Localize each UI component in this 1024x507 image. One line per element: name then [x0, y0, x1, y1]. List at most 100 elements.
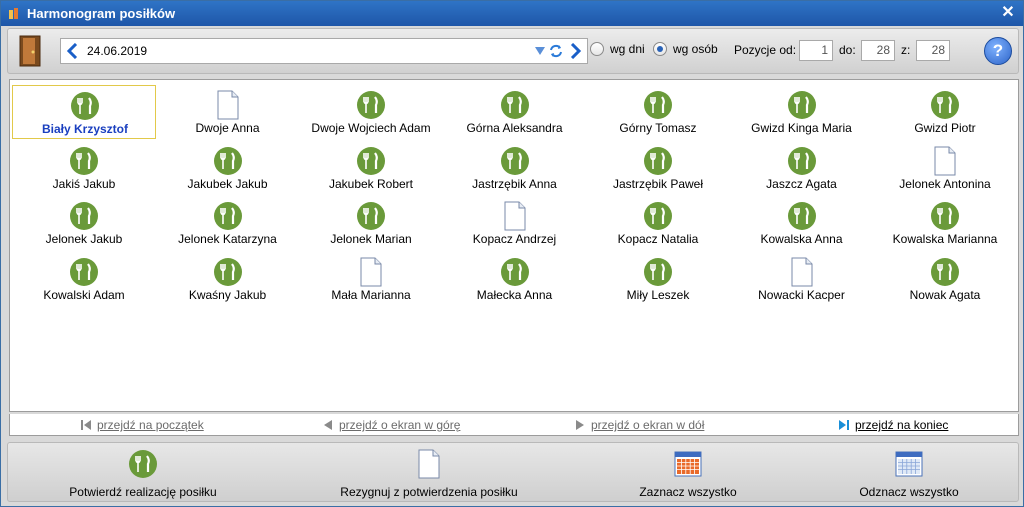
page-up-label: przejdź o ekran w górę	[339, 418, 461, 432]
go-to-first-label: przejdź na początek	[97, 418, 204, 432]
page-up-link[interactable]: przejdź o ekran w górę	[322, 418, 460, 432]
meal-icon	[644, 146, 672, 175]
person-item[interactable]: Kwaśny Jakub	[156, 252, 300, 306]
document-icon	[791, 257, 812, 287]
positions-from-field[interactable]: 1	[799, 40, 833, 61]
person-item[interactable]: Mała Marianna	[299, 252, 443, 306]
person-item[interactable]: Górny Tomasz	[586, 85, 730, 139]
deselect-all-button[interactable]: Odznacz wszystko	[844, 447, 974, 499]
meal-icon	[500, 91, 529, 119]
person-name: Kwaśny Jakub	[188, 288, 267, 303]
document-icon	[217, 90, 238, 120]
person-name: Jelonek Antonina	[899, 176, 991, 191]
go-to-last-link[interactable]: przejdź na koniec	[838, 418, 948, 432]
person-name: Miły Leszek	[626, 288, 690, 303]
person-item[interactable]: Kopacz Natalia	[586, 196, 730, 250]
person-item[interactable]: Górna Aleksandra	[443, 85, 587, 139]
refresh-icon[interactable]	[547, 39, 565, 63]
last-page-icon	[839, 420, 849, 430]
person-item[interactable]: Jelonek Katarzyna	[156, 196, 300, 250]
confirm-meal-button[interactable]: Potwierdź realizację posiłku	[48, 447, 238, 499]
meal-icon	[931, 202, 959, 231]
navigation-bar: przejdź na początek przejdź o ekran w gó…	[9, 414, 1019, 436]
person-item[interactable]: Jakubek Jakub	[156, 141, 300, 195]
go-to-first-link[interactable]: przejdź na początek	[80, 418, 204, 432]
radio-by-people[interactable]: wg osób	[653, 42, 718, 56]
close-icon[interactable]: ✕	[999, 4, 1017, 22]
app-icon	[7, 7, 21, 21]
person-item[interactable]: Jakiś Jakub	[12, 141, 156, 195]
person-item[interactable]: Kopacz Andrzej	[443, 196, 587, 250]
page-down-link[interactable]: przejdź o ekran w dół	[574, 418, 704, 432]
person-name: Jastrzębik Anna	[472, 176, 557, 191]
date-selector: 24.06.2019	[60, 38, 588, 64]
person-name: Kopacz Andrzej	[472, 232, 557, 247]
person-item[interactable]: Jelonek Marian	[299, 196, 443, 250]
radio-by-days-label: wg dni	[610, 42, 645, 56]
person-item[interactable]: Kowalska Marianna	[873, 196, 1017, 250]
person-name: Jaszcz Agata	[766, 176, 837, 191]
person-name: Jakubek Robert	[328, 176, 414, 191]
document-icon	[360, 257, 382, 287]
previous-day-icon[interactable]	[61, 39, 83, 63]
document-icon	[934, 146, 956, 176]
resign-confirmation-button[interactable]: Rezygnuj z potwierdzenia posiłku	[314, 447, 544, 499]
meal-icon	[787, 91, 816, 119]
person-name: Kowalski Adam	[43, 288, 125, 303]
window-title: Harmonogram posiłków	[27, 6, 176, 21]
person-item[interactable]: Kowalska Anna	[730, 196, 874, 250]
positions-total-label: z:	[901, 43, 911, 57]
person-name: Nowacki Kacper	[758, 288, 845, 303]
person-item[interactable]: Gwizd Piotr	[873, 85, 1017, 139]
calendar-icon	[674, 451, 702, 477]
person-item[interactable]: Biały Krzysztof	[12, 85, 156, 139]
person-name: Jakubek Jakub	[187, 176, 268, 191]
resign-confirmation-label: Rezygnuj z potwierdzenia posiłku	[340, 485, 518, 499]
document-icon	[504, 201, 525, 231]
person-item[interactable]: Miły Leszek	[586, 252, 730, 306]
calendar-icon	[895, 451, 923, 477]
meal-icon	[357, 202, 385, 231]
radio-by-people-circle[interactable]	[653, 42, 667, 56]
person-item[interactable]: Jaszcz Agata	[730, 141, 874, 195]
person-item[interactable]: Jastrzębik Anna	[443, 141, 587, 195]
person-item[interactable]: Jastrzębik Paweł	[586, 141, 730, 195]
radio-by-days-circle[interactable]	[590, 42, 604, 56]
person-name: Gwizd Kinga Maria	[751, 121, 852, 135]
person-name: Jelonek Katarzyna	[178, 232, 277, 247]
radio-by-people-label: wg osób	[673, 42, 718, 56]
person-item[interactable]: Kowalski Adam	[12, 252, 156, 306]
meal-icon	[213, 258, 242, 287]
positions-to-field[interactable]: 28	[861, 40, 895, 61]
page-down-icon	[576, 420, 584, 430]
date-field[interactable]: 24.06.2019	[83, 44, 533, 58]
person-item[interactable]: Dwoje Anna	[156, 85, 300, 139]
person-item[interactable]: Nowak Agata	[873, 252, 1017, 306]
meal-schedule-window: Harmonogram posiłków ✕ 24.06.2019 wg dni…	[0, 0, 1024, 507]
person-item[interactable]: Nowacki Kacper	[730, 252, 874, 306]
toolbar: 24.06.2019 wg dni wg osób Pozycje od: 1 …	[7, 28, 1019, 74]
select-all-button[interactable]: Zaznacz wszystko	[618, 447, 758, 499]
person-name: Jelonek Marian	[330, 232, 412, 247]
person-item[interactable]: Gwizd Kinga Maria	[730, 85, 874, 139]
radio-by-days[interactable]: wg dni	[590, 42, 645, 56]
meal-icon	[644, 202, 672, 231]
meal-icon	[500, 258, 529, 287]
exit-door-icon[interactable]	[17, 35, 43, 67]
help-icon[interactable]: ?	[984, 37, 1012, 65]
meal-icon	[500, 146, 529, 175]
person-item[interactable]: Jelonek Jakub	[12, 196, 156, 250]
meal-icon	[357, 146, 385, 175]
chevron-down-icon[interactable]	[533, 39, 547, 63]
person-name: Dwoje Wojciech Adam	[311, 121, 431, 135]
go-to-last-label: przejdź na koniec	[855, 418, 949, 432]
person-item[interactable]: Jelonek Antonina	[873, 141, 1017, 195]
meal-icon	[70, 202, 98, 231]
next-day-icon[interactable]	[565, 39, 587, 63]
meal-icon	[70, 146, 98, 175]
meal-icon	[931, 258, 959, 287]
person-item[interactable]: Dwoje Wojciech Adam	[299, 85, 443, 139]
person-item[interactable]: Małecka Anna	[443, 252, 587, 306]
person-name: Nowak Agata	[909, 288, 981, 303]
person-item[interactable]: Jakubek Robert	[299, 141, 443, 195]
